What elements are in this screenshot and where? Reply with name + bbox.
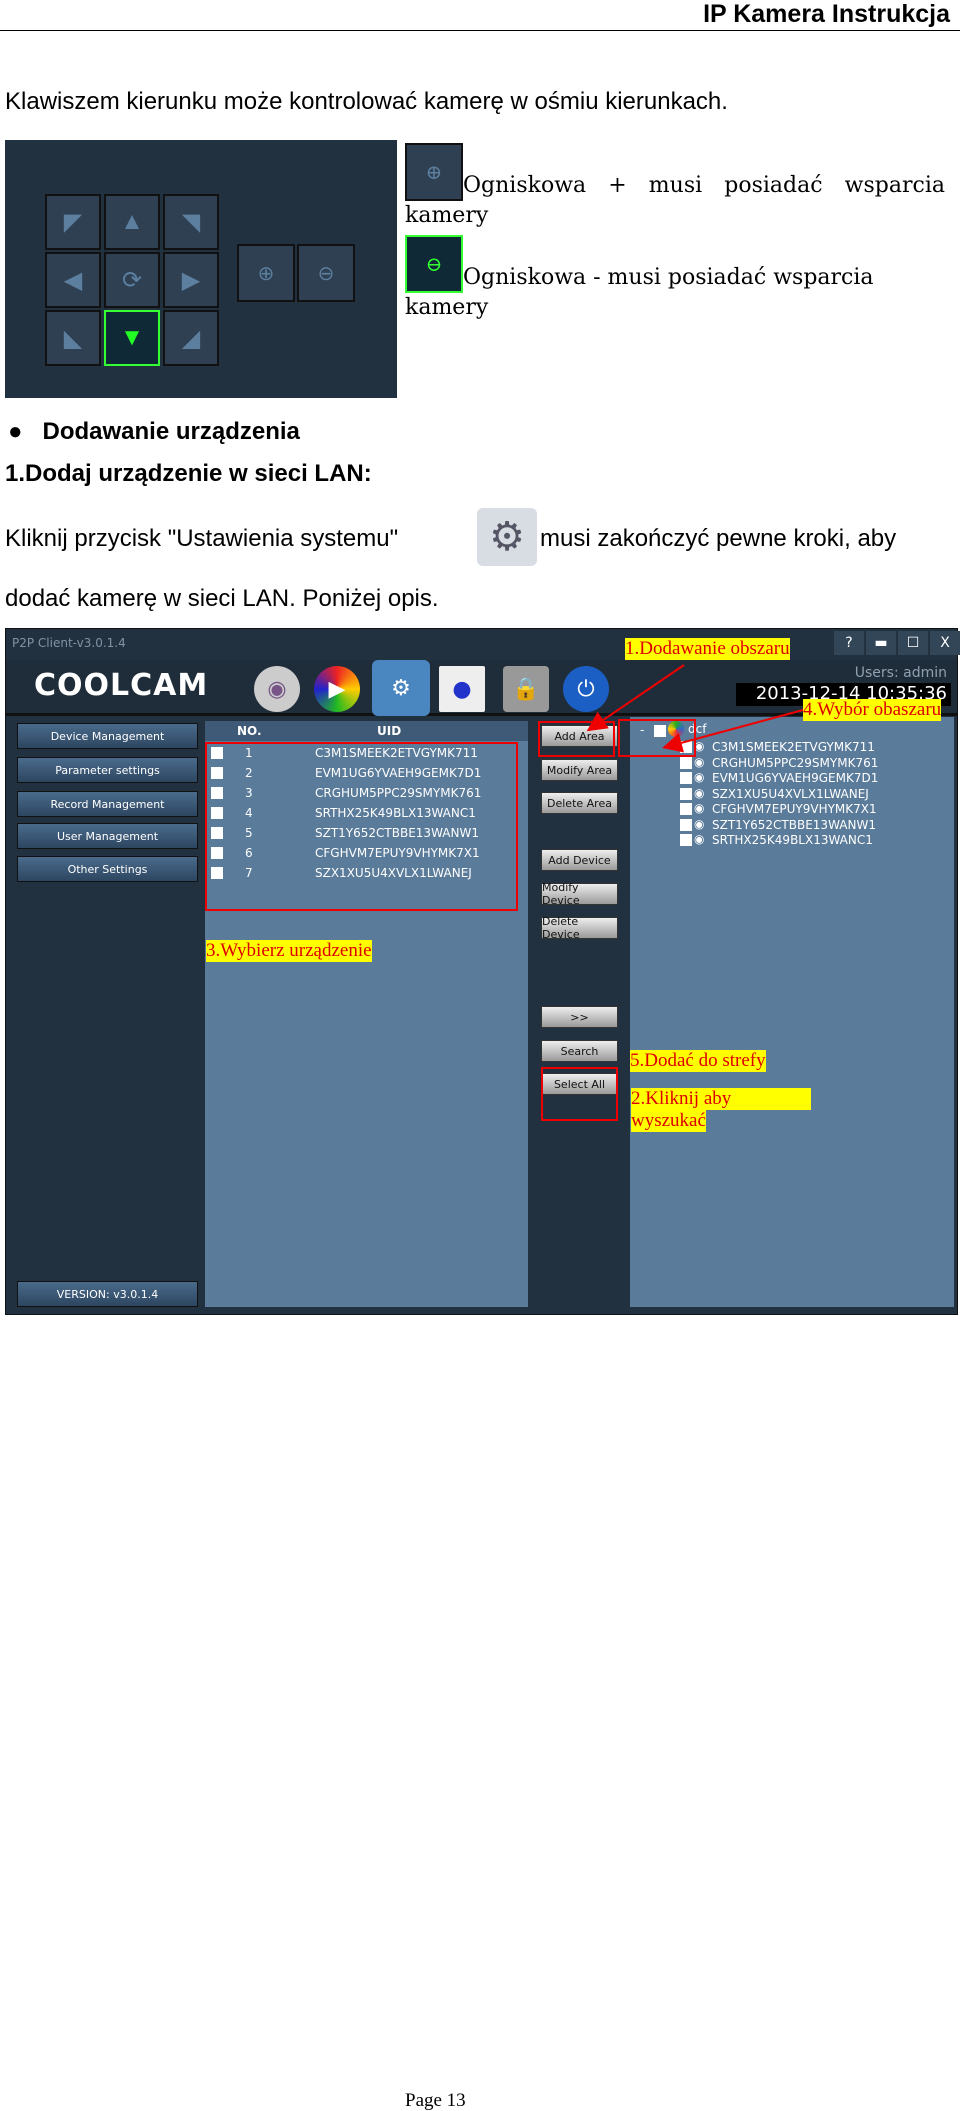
annotation-click-search-line2: wyszukać	[631, 1110, 706, 1132]
rotate-icon[interactable]: ⟳	[104, 252, 160, 308]
zoom-out-desc: ⊖Ogniskowa - musi posiadać wsparcia kame…	[405, 235, 945, 323]
zoom-in-icon[interactable]: ⊕	[237, 244, 295, 302]
zoom-out-icon[interactable]: ⊖	[297, 244, 355, 302]
annotation-add-to-zone: 5.Dodać do strefy	[630, 1050, 766, 1072]
left-arrow-icon[interactable]: ◀	[45, 252, 101, 308]
para1-after: musi zakończyć pewne kroki, aby	[540, 525, 897, 552]
zoom-out-icon: ⊖	[405, 235, 463, 293]
bullet-heading: ● Dodawanie urządzenia	[8, 418, 300, 445]
para2: dodać kamerę w sieci LAN. Poniżej opis.	[5, 585, 439, 612]
annotation-add-area: 1.Dodawanie obszaru	[625, 638, 790, 660]
arrow-to-add-area	[586, 664, 685, 732]
arrow-to-tree-root	[662, 709, 804, 753]
header-title: IP Kamera Instrukcja	[703, 0, 950, 28]
zoom-in-icon: ⊕	[405, 143, 463, 201]
annotation-click-search: 2.Kliknij aby	[631, 1088, 811, 1110]
document-page: IP Kamera Instrukcja Klawiszem kierunku …	[0, 0, 960, 2111]
up-left-arrow-icon[interactable]: ◤	[45, 194, 101, 250]
up-right-arrow-icon[interactable]: ◥	[163, 194, 219, 250]
system-settings-gear-icon: ⚙	[477, 508, 537, 566]
ptz-control-image: ◤ ▲ ◥ ◀ ⟳ ▶ ◣ ▼ ◢ ⊕ ⊖	[5, 140, 397, 398]
coolcam-app-screenshot: P2P Client-v3.0.1.4 ? ▬ ☐ X COOLCAM ◉ ▶ …	[5, 628, 960, 1315]
down-right-arrow-icon[interactable]: ◢	[163, 310, 219, 366]
para1-before: Kliknij przycisk "Ustawienia systemu"	[5, 525, 399, 552]
right-arrow-icon[interactable]: ▶	[163, 252, 219, 308]
intro-text: Klawiszem kierunku może kontrolować kame…	[5, 88, 728, 115]
zoom-in-desc: ⊕Ogniskowa + musi posiadać wsparcia kame…	[405, 143, 945, 231]
annotation-select-area: 4.Wybór obaszaru	[803, 699, 942, 721]
page-number: Page 13	[405, 2090, 466, 2111]
down-left-arrow-icon[interactable]: ◣	[45, 310, 101, 366]
subheading: 1.Dodaj urządzenie w sieci LAN:	[5, 460, 372, 487]
down-arrow-icon[interactable]: ▼	[104, 310, 160, 366]
up-arrow-icon[interactable]: ▲	[104, 194, 160, 250]
header-divider	[0, 30, 960, 31]
annotation-arrows	[586, 664, 804, 753]
annotation-select-device: 3.Wybierz urządzenie	[206, 940, 372, 962]
